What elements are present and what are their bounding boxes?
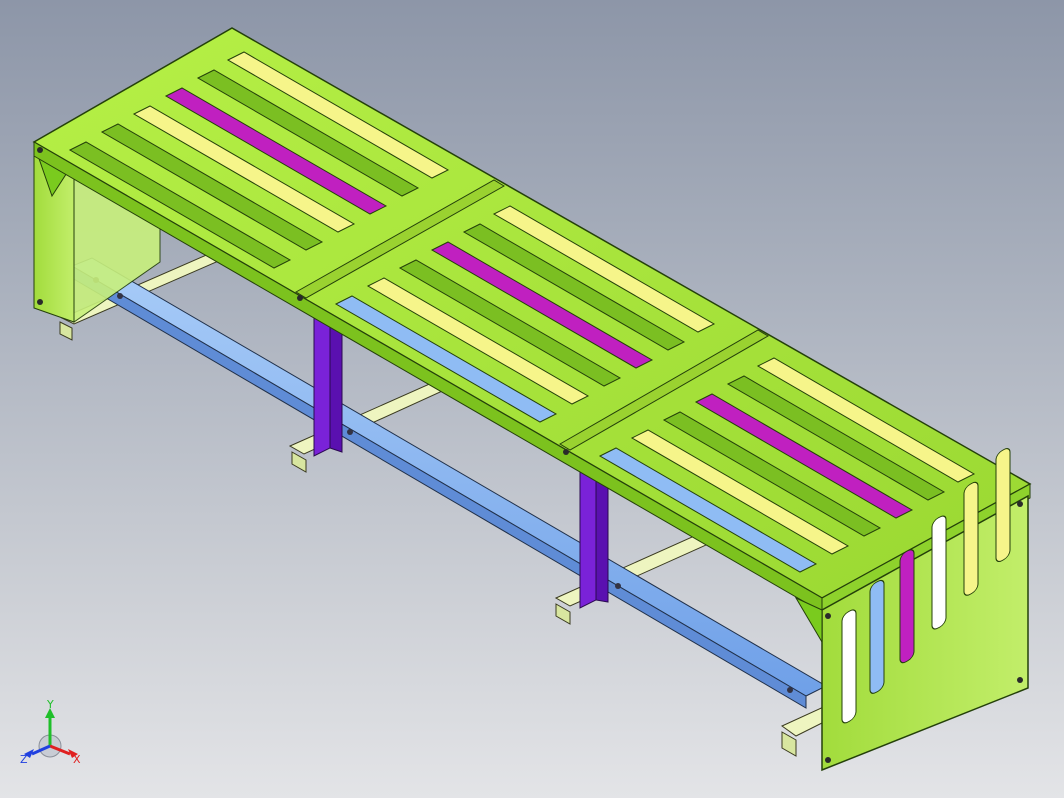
z-axis-label: Z bbox=[20, 753, 28, 766]
x-axis-label: X bbox=[73, 753, 81, 766]
bench-frame-model[interactable] bbox=[0, 0, 1064, 798]
coordinate-triad: Y X Z bbox=[20, 700, 81, 766]
cad-graphics-viewport[interactable]: Y X Z bbox=[0, 0, 1064, 798]
y-axis-label: Y bbox=[46, 700, 54, 711]
